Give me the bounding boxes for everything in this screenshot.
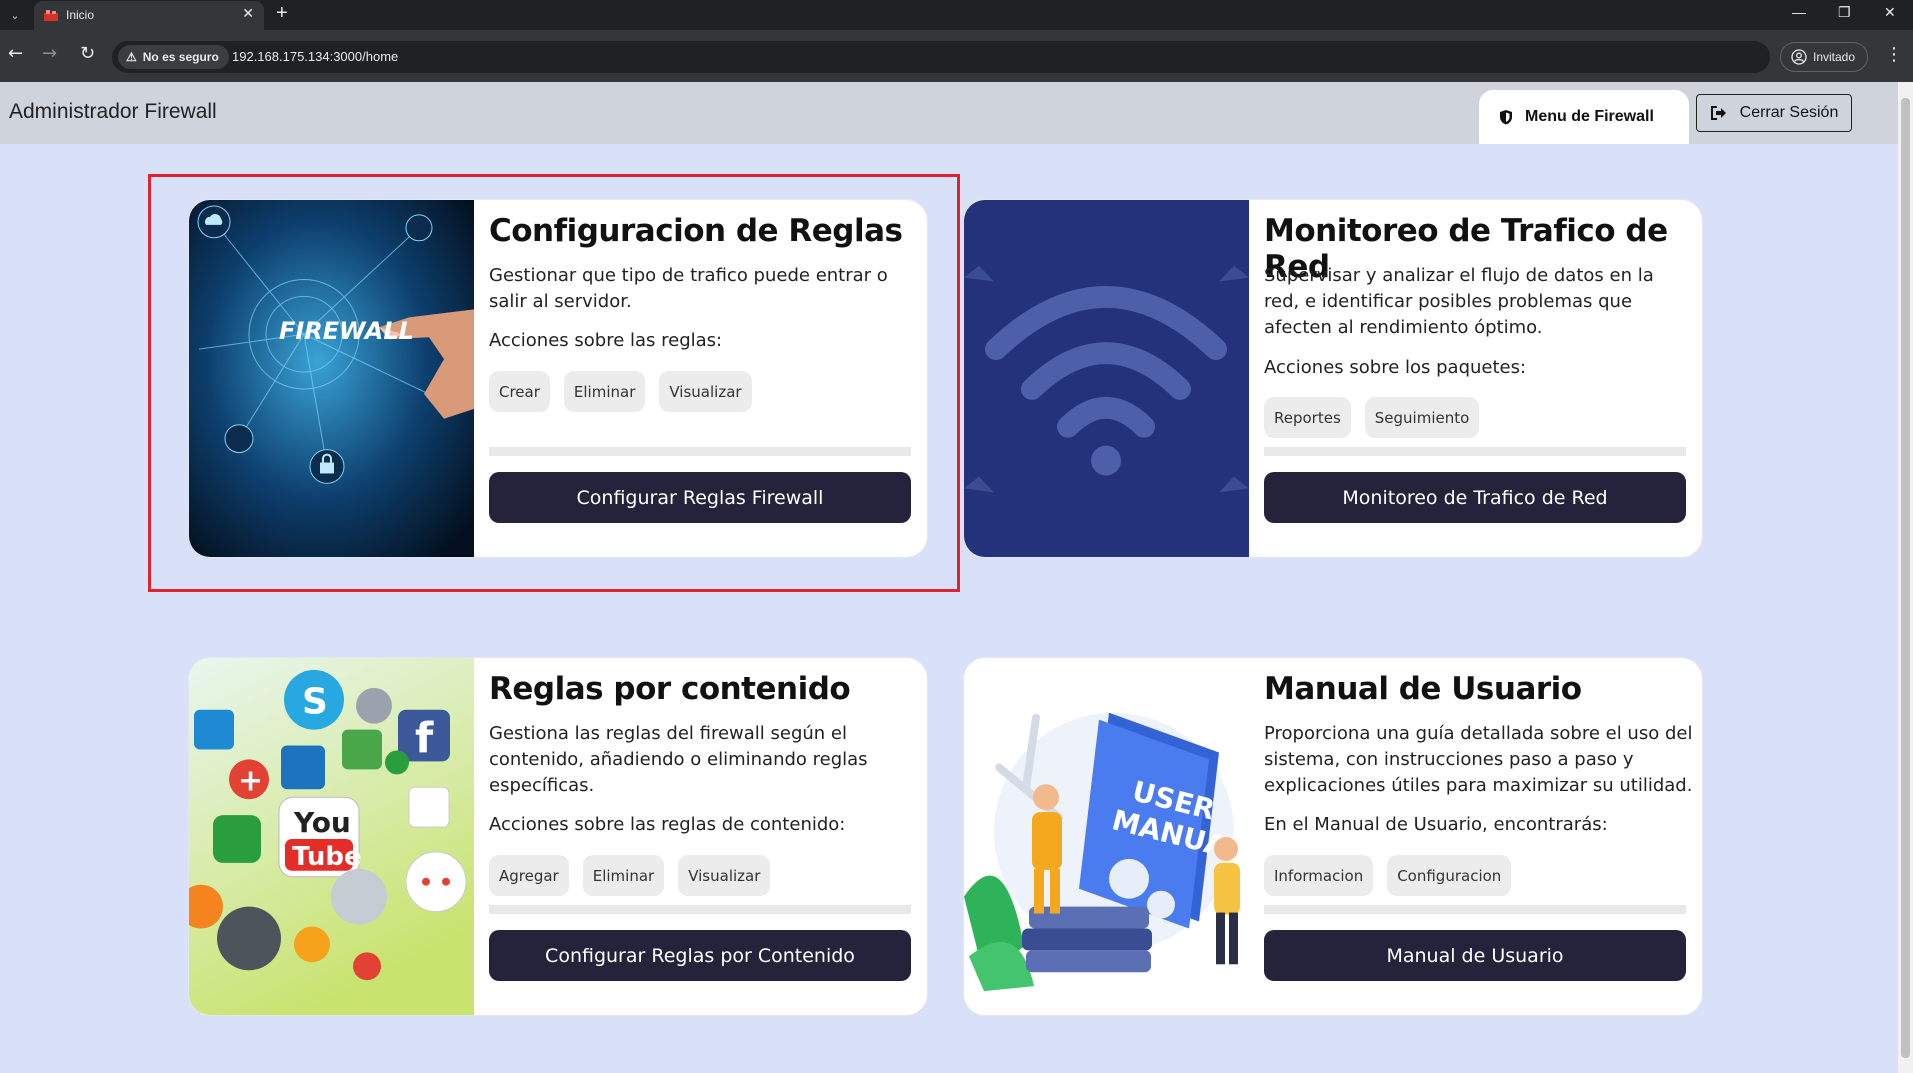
browser-tab-inicio[interactable]: Inicio ✕ xyxy=(34,1,264,30)
svg-text:+: + xyxy=(238,763,263,798)
profile-label: Invitado xyxy=(1813,50,1856,64)
card-actions-heading: En el Manual de Usuario, encontrarás: xyxy=(1264,814,1608,835)
app-title: Administrador Firewall xyxy=(9,100,217,123)
profile-icon xyxy=(1791,49,1807,65)
card-manual-usuario: USER MANUAL Manual de Usuario Proporcion… xyxy=(963,657,1703,1016)
card-configuracion-reglas: FIREWALL Configuracion de Reglas Gestion… xyxy=(188,199,928,558)
social-apps-image: S f + You Tube xyxy=(189,658,474,1015)
security-indicator[interactable]: ⚠ No es seguro xyxy=(118,45,229,69)
youtube-tube-label: Tube xyxy=(292,842,362,872)
svg-text:S: S xyxy=(302,682,328,723)
progress-divider xyxy=(1264,447,1686,456)
chip-configuracion[interactable]: Configuracion xyxy=(1387,855,1512,896)
card-actions-heading: Acciones sobre las reglas de contenido: xyxy=(489,814,846,835)
browser-menu-icon[interactable]: ⋮ xyxy=(1885,44,1903,65)
chip-group: Crear Eliminar Visualizar xyxy=(489,371,752,412)
warning-icon: ⚠ xyxy=(126,50,137,64)
card-title: Configuracion de Reglas xyxy=(489,213,903,249)
scrollbar-thumb[interactable] xyxy=(1901,98,1910,1058)
chip-visualizar[interactable]: Visualizar xyxy=(659,371,752,412)
card-monitoreo-trafico: Monitoreo de Trafico de Red Supervisar y… xyxy=(963,199,1703,558)
forward-icon[interactable]: → xyxy=(42,43,57,64)
new-tab-button[interactable]: + xyxy=(276,2,288,25)
back-icon[interactable]: ← xyxy=(8,43,23,64)
url-text[interactable]: 192.168.175.134:3000/home xyxy=(232,49,398,64)
close-window-icon[interactable]: ✕ xyxy=(1884,4,1896,21)
tab-title: Inicio xyxy=(66,8,95,22)
chip-eliminar[interactable]: Eliminar xyxy=(563,371,646,412)
app-header: Administrador Firewall Menu de Firewall … xyxy=(0,82,1898,144)
minimize-icon[interactable]: — xyxy=(1792,4,1806,20)
chip-reportes[interactable]: Reportes xyxy=(1264,397,1351,438)
progress-divider xyxy=(489,447,911,456)
tab-search-dropdown-icon[interactable]: ⌄ xyxy=(4,4,26,26)
chip-seguimiento[interactable]: Seguimiento xyxy=(1364,397,1480,438)
profile-button[interactable]: Invitado xyxy=(1780,42,1869,72)
menu-firewall-tab[interactable]: Menu de Firewall xyxy=(1479,90,1689,144)
chip-informacion[interactable]: Informacion xyxy=(1264,855,1374,896)
progress-divider xyxy=(489,905,911,914)
chip-group: Agregar Eliminar Visualizar xyxy=(489,855,771,896)
svg-text:f: f xyxy=(415,714,434,763)
browser-tabstrip: ⌄ Inicio ✕ + — ❐ ✕ xyxy=(0,0,1913,30)
card-body: Manual de Usuario Proporciona una guía d… xyxy=(1264,658,1692,1015)
card-body: Monitoreo de Trafico de Red Supervisar y… xyxy=(1264,200,1686,557)
card-reglas-contenido: S f + You Tube Reglas por contenido Gest… xyxy=(188,657,928,1016)
chip-visualizar[interactable]: Visualizar xyxy=(678,855,771,896)
tab-favicon-icon xyxy=(44,10,58,21)
card-description: Proporciona una guía detallada sobre el … xyxy=(1264,723,1693,796)
browser-toolbar: ← → ↻ ⚠ No es seguro 192.168.175.134:300… xyxy=(0,30,1913,82)
card-body: Reglas por contenido Gestiona las reglas… xyxy=(489,658,911,1015)
card-actions-heading: Acciones sobre las reglas: xyxy=(489,330,723,351)
user-manual-image: USER MANUAL xyxy=(964,658,1249,1015)
card-description: Supervisar y analizar el flujo de datos … xyxy=(1264,265,1654,338)
logout-label: Cerrar Sesión xyxy=(1739,104,1839,121)
firewall-image: FIREWALL xyxy=(189,200,474,557)
restore-icon[interactable]: ❐ xyxy=(1838,4,1851,21)
card-description: Gestiona las reglas del firewall según e… xyxy=(489,723,868,796)
logout-icon xyxy=(1710,106,1726,120)
card-description: Gestionar que tipo de trafico puede entr… xyxy=(489,265,888,312)
reload-icon[interactable]: ↻ xyxy=(80,43,95,64)
wifi-image xyxy=(964,200,1249,557)
page-scrollbar[interactable] xyxy=(1898,82,1913,1073)
chip-agregar[interactable]: Agregar xyxy=(489,855,569,896)
close-tab-icon[interactable]: ✕ xyxy=(242,6,254,22)
chip-crear[interactable]: Crear xyxy=(489,371,550,412)
card-actions-heading: Acciones sobre los paquetes: xyxy=(1264,357,1527,378)
web-page: Administrador Firewall Menu de Firewall … xyxy=(0,82,1898,1073)
configurar-reglas-contenido-button[interactable]: Configurar Reglas por Contenido xyxy=(489,930,911,981)
card-title: Manual de Usuario xyxy=(1264,671,1582,707)
security-label: No es seguro xyxy=(142,50,219,64)
menu-firewall-label: Menu de Firewall xyxy=(1525,108,1654,125)
chip-group: Informacion Configuracion xyxy=(1264,855,1512,896)
monitoreo-trafico-button[interactable]: Monitoreo de Trafico de Red xyxy=(1264,472,1686,523)
manual-usuario-button[interactable]: Manual de Usuario xyxy=(1264,930,1686,981)
logout-button[interactable]: Cerrar Sesión xyxy=(1696,94,1852,132)
shield-icon xyxy=(1500,110,1512,125)
firewall-image-label: FIREWALL xyxy=(279,317,414,345)
progress-divider xyxy=(1264,905,1686,914)
chip-eliminar[interactable]: Eliminar xyxy=(582,855,665,896)
card-title: Reglas por contenido xyxy=(489,671,851,707)
configurar-reglas-firewall-button[interactable]: Configurar Reglas Firewall xyxy=(489,472,911,523)
chip-group: Reportes Seguimiento xyxy=(1264,397,1480,438)
address-bar[interactable]: ⚠ No es seguro 192.168.175.134:3000/home xyxy=(112,41,1770,73)
youtube-you-label: You xyxy=(293,806,351,839)
card-body: Configuracion de Reglas Gestionar que ti… xyxy=(489,200,911,557)
